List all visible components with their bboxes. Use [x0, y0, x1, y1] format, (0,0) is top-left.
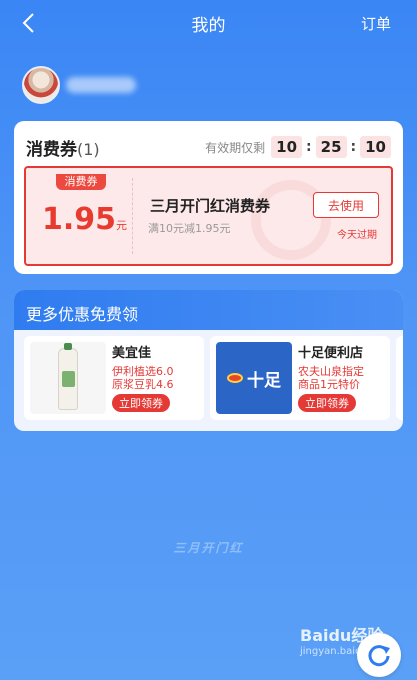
page-title: 我的	[191, 15, 226, 36]
claim-coupon-button[interactable]: 立即领券	[298, 394, 356, 412]
store-name: 美宜佳	[112, 346, 152, 361]
time-separator: :	[306, 139, 312, 155]
coupon-amount-unit: 元	[116, 219, 128, 232]
store-desc-line: 伊利植选6.0	[112, 365, 174, 378]
coupon-section-label: 消费券	[26, 140, 77, 160]
countdown-seconds: 10	[360, 136, 391, 158]
coupon-card-title: 消费券(1)	[26, 135, 100, 160]
coupon-item[interactable]: 消费券 1.95元 三月开门红消费券 满10元减1.95元 去使用 今天过期	[24, 166, 393, 266]
use-coupon-button[interactable]: 去使用	[313, 192, 379, 218]
product-image	[30, 342, 106, 414]
header: 我的 订单	[0, 0, 417, 46]
store-info: 美宜佳 伊利植选6.0 原浆豆乳4.6 立即领券	[112, 342, 198, 414]
countdown: 有效期仅剩 10 : 25 : 10	[205, 136, 391, 158]
campaign-watermark: 三月开门红	[173, 541, 244, 555]
username-blurred	[66, 77, 136, 93]
more-offers-title: 更多优惠免费领	[14, 290, 403, 330]
coupon-name: 三月开门红消费券	[150, 197, 271, 215]
store-desc-line: 农夫山泉指定	[298, 365, 364, 378]
store-card-meiyijia[interactable]: 美宜佳 伊利植选6.0 原浆豆乳4.6 立即领券	[24, 336, 204, 420]
store-card-shizu[interactable]: 十足 十足便利店 农夫山泉指定 商品1元特价 立即领券	[210, 336, 390, 420]
shizu-logo-icon	[227, 373, 243, 383]
coupon-condition: 满10元减1.95元	[148, 222, 231, 235]
store-card-partial[interactable]	[396, 336, 403, 420]
more-offers-card: 更多优惠免费领 美宜佳 伊利植选6.0 原浆豆乳4.6 立即领券 十足 十足便利…	[14, 290, 403, 431]
floating-refresh-button[interactable]	[357, 633, 401, 677]
coupon-amount: 1.95元	[42, 202, 127, 237]
countdown-hours: 10	[271, 136, 303, 158]
store-desc: 农夫山泉指定 商品1元特价	[298, 365, 384, 391]
store-logo: 十足	[216, 342, 292, 414]
store-name: 十足便利店	[298, 346, 364, 361]
store-desc-line: 商品1元特价	[298, 378, 360, 391]
chevron-left-icon	[22, 13, 34, 33]
coupon-card: 消费券(1) 有效期仅剩 10 : 25 : 10 消费券 1.95元 三月开门…	[14, 121, 403, 274]
claim-coupon-button[interactable]: 立即领券	[112, 394, 170, 412]
back-button[interactable]	[14, 9, 42, 37]
orders-link[interactable]: 订单	[361, 13, 391, 34]
store-desc-line: 原浆豆乳4.6	[112, 378, 174, 391]
soy-milk-bottle-icon	[58, 343, 78, 410]
time-separator: :	[350, 139, 357, 155]
coupon-amount-value: 1.95	[42, 202, 117, 237]
refresh-icon	[368, 645, 390, 667]
coupon-count: (1)	[77, 140, 100, 159]
validity-label: 有效期仅剩	[205, 140, 266, 155]
store-logo-text: 十足	[247, 370, 281, 391]
store-desc: 伊利植选6.0 原浆豆乳4.6	[112, 365, 198, 391]
coupon-divider	[132, 178, 133, 254]
coupon-value-area: 消费券 1.95元	[26, 168, 132, 264]
avatar[interactable]	[22, 66, 60, 104]
coupon-expiry: 今天过期	[337, 230, 377, 241]
store-info: 十足便利店 农夫山泉指定 商品1元特价 立即领券	[298, 342, 384, 414]
countdown-minutes: 25	[315, 136, 347, 158]
user-profile[interactable]	[22, 66, 136, 104]
coupon-tag: 消费券	[56, 174, 106, 190]
